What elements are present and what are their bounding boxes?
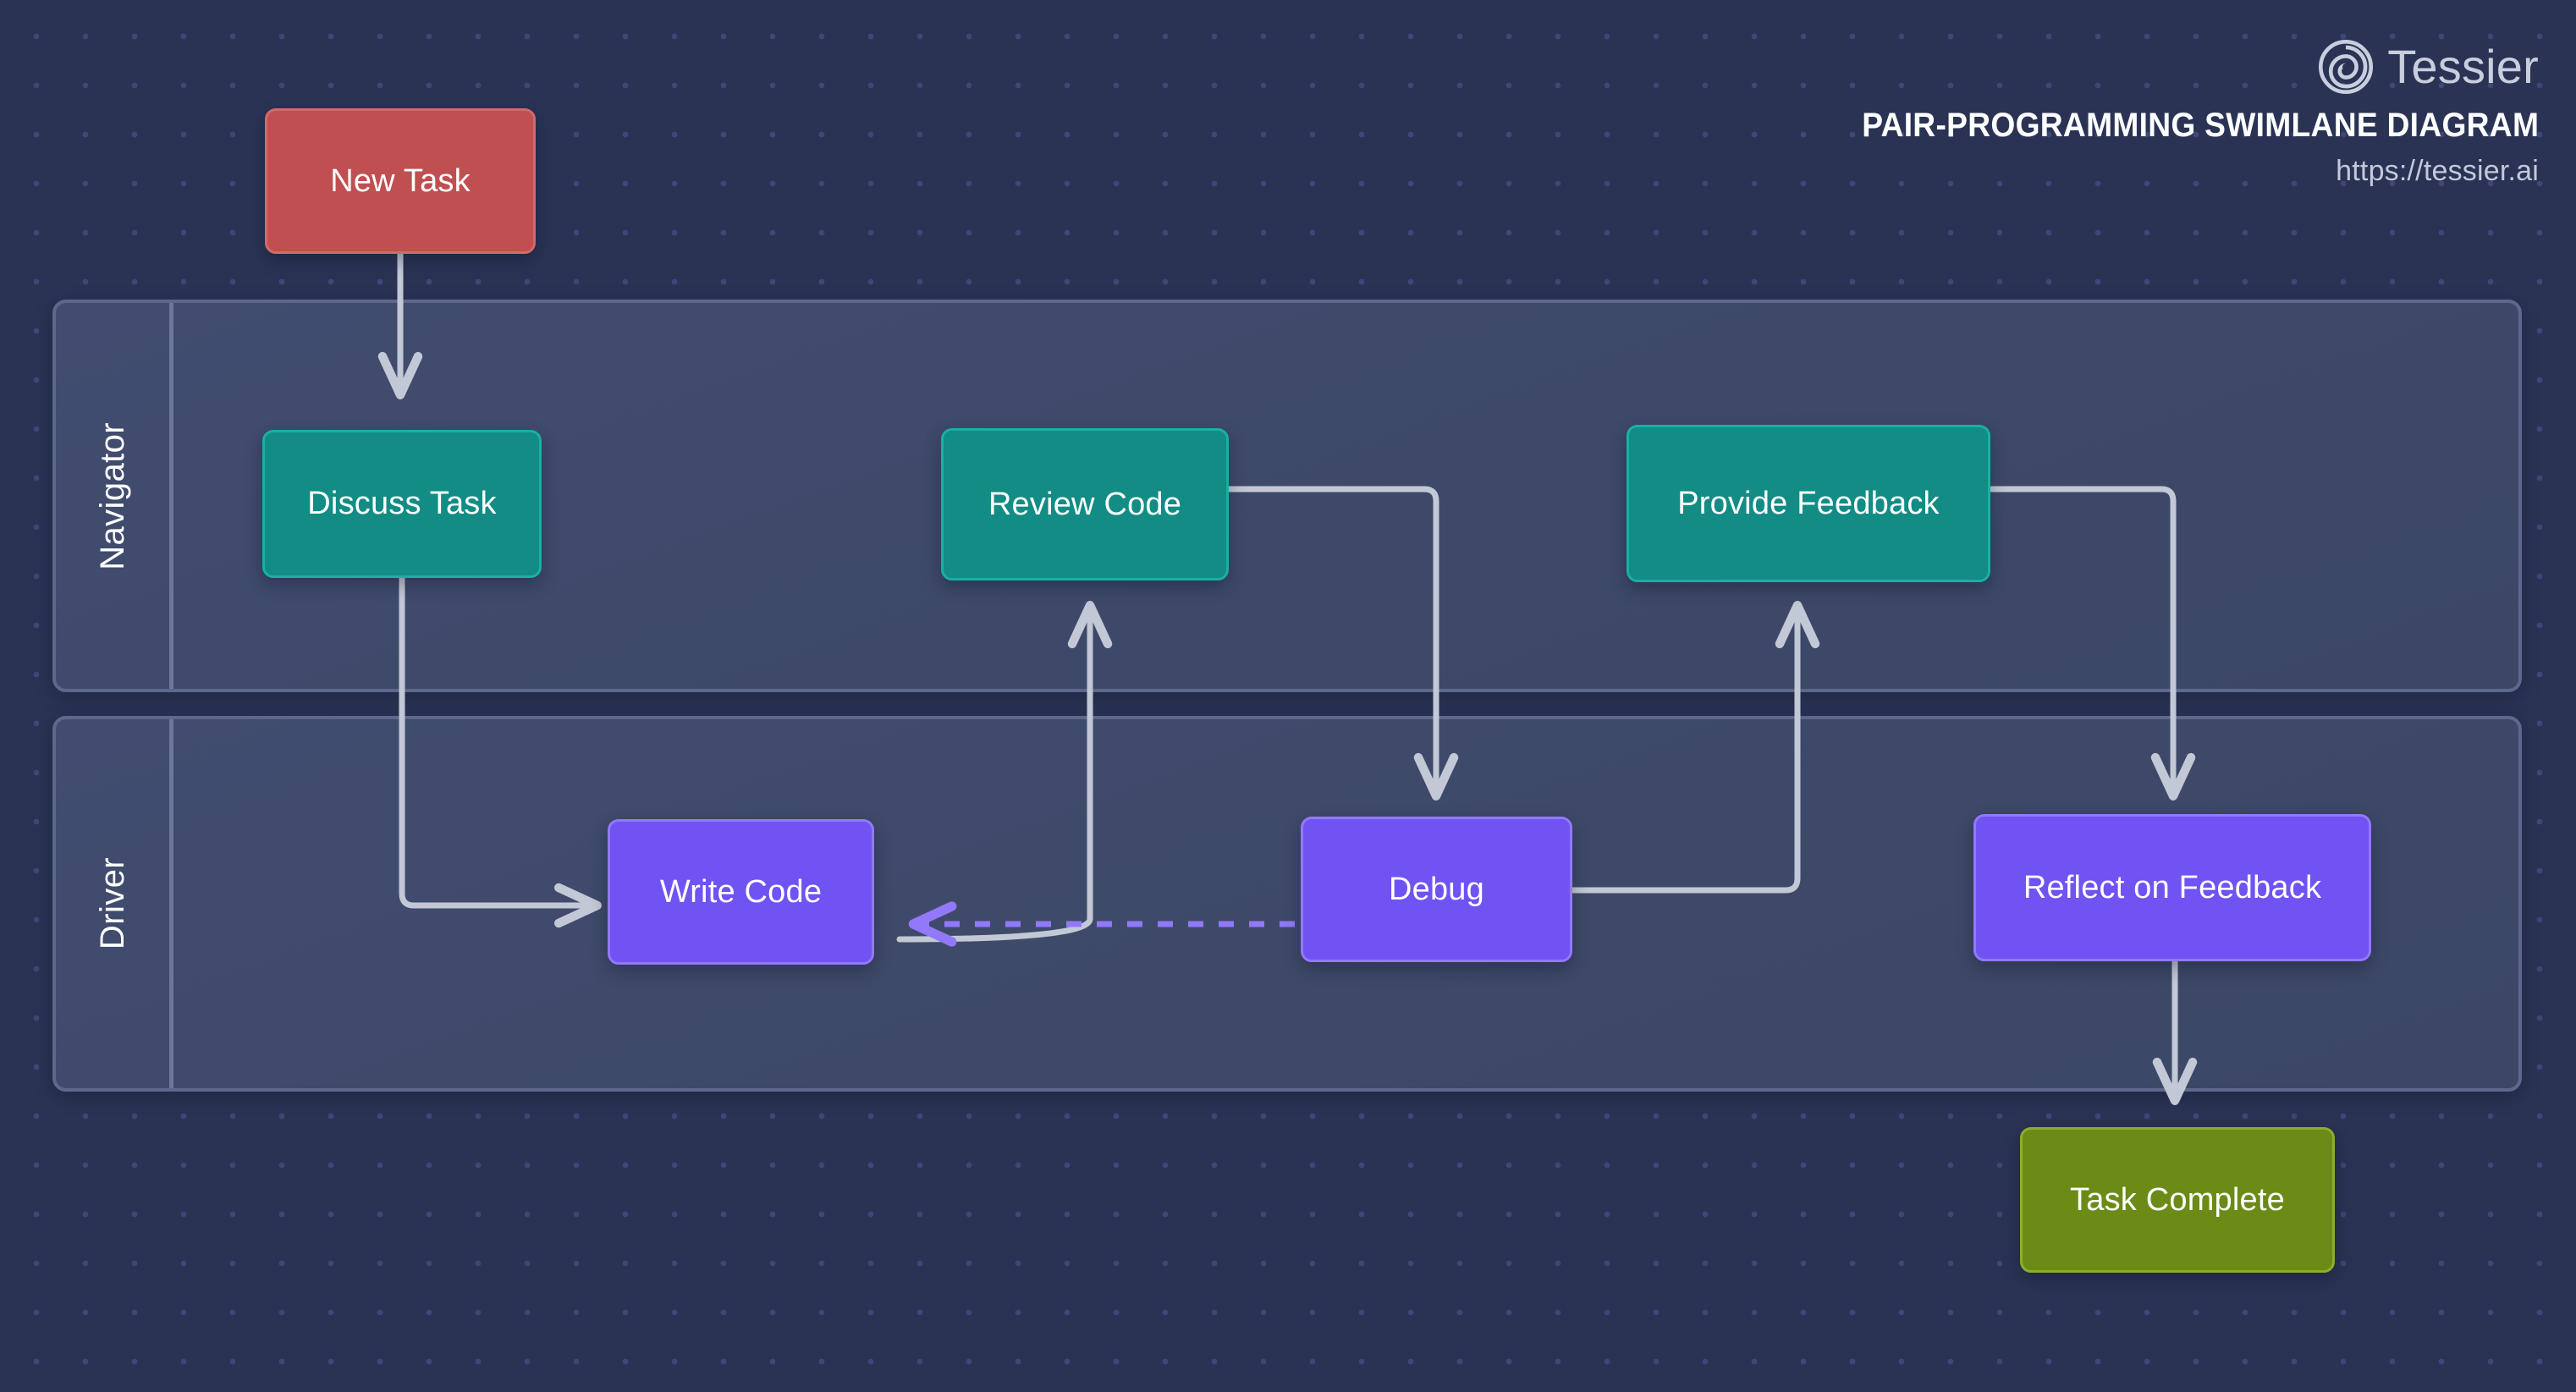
node-new-task[interactable]: New Task [265,108,536,254]
swimlane-divider [169,719,173,1088]
node-review-code[interactable]: Review Code [941,428,1229,580]
node-task-complete[interactable]: Task Complete [2020,1127,2335,1273]
brand-row: Tessier [1811,39,2539,95]
page-title: PAIR-PROGRAMMING SWIMLANE DIAGRAM [1861,107,2539,144]
node-discuss-task[interactable]: Discuss Task [262,430,542,578]
node-review-code-label: Review Code [988,486,1182,522]
swimlane-label-navigator: Navigator [56,303,169,689]
node-reflect-on-feedback-label: Reflect on Feedback [2023,869,2322,905]
node-debug-label: Debug [1389,871,1484,907]
node-task-complete-label: Task Complete [2070,1181,2285,1218]
swimlane-navigator-text: Navigator [93,421,131,570]
node-write-code-label: Write Code [659,873,823,910]
brand-name: Tessier [2387,40,2539,93]
swimlane-driver-text: Driver [93,857,131,950]
node-debug[interactable]: Debug [1301,817,1572,962]
brand-header: Tessier PAIR-PROGRAMMING SWIMLANE DIAGRA… [1811,39,2539,188]
node-reflect-on-feedback[interactable]: Reflect on Feedback [1973,814,2371,961]
node-write-code[interactable]: Write Code [608,819,874,965]
node-provide-feedback[interactable]: Provide Feedback [1627,425,1990,582]
node-provide-feedback-label: Provide Feedback [1677,485,1940,521]
spiral-logo-icon [2319,39,2374,95]
diagram-canvas: Tessier PAIR-PROGRAMMING SWIMLANE DIAGRA… [0,0,2576,1392]
node-new-task-label: New Task [330,162,471,199]
swimlane-divider [169,303,173,689]
brand-url: https://tessier.ai [2336,155,2539,187]
node-discuss-task-label: Discuss Task [307,486,497,521]
swimlane-label-driver: Driver [56,719,169,1088]
